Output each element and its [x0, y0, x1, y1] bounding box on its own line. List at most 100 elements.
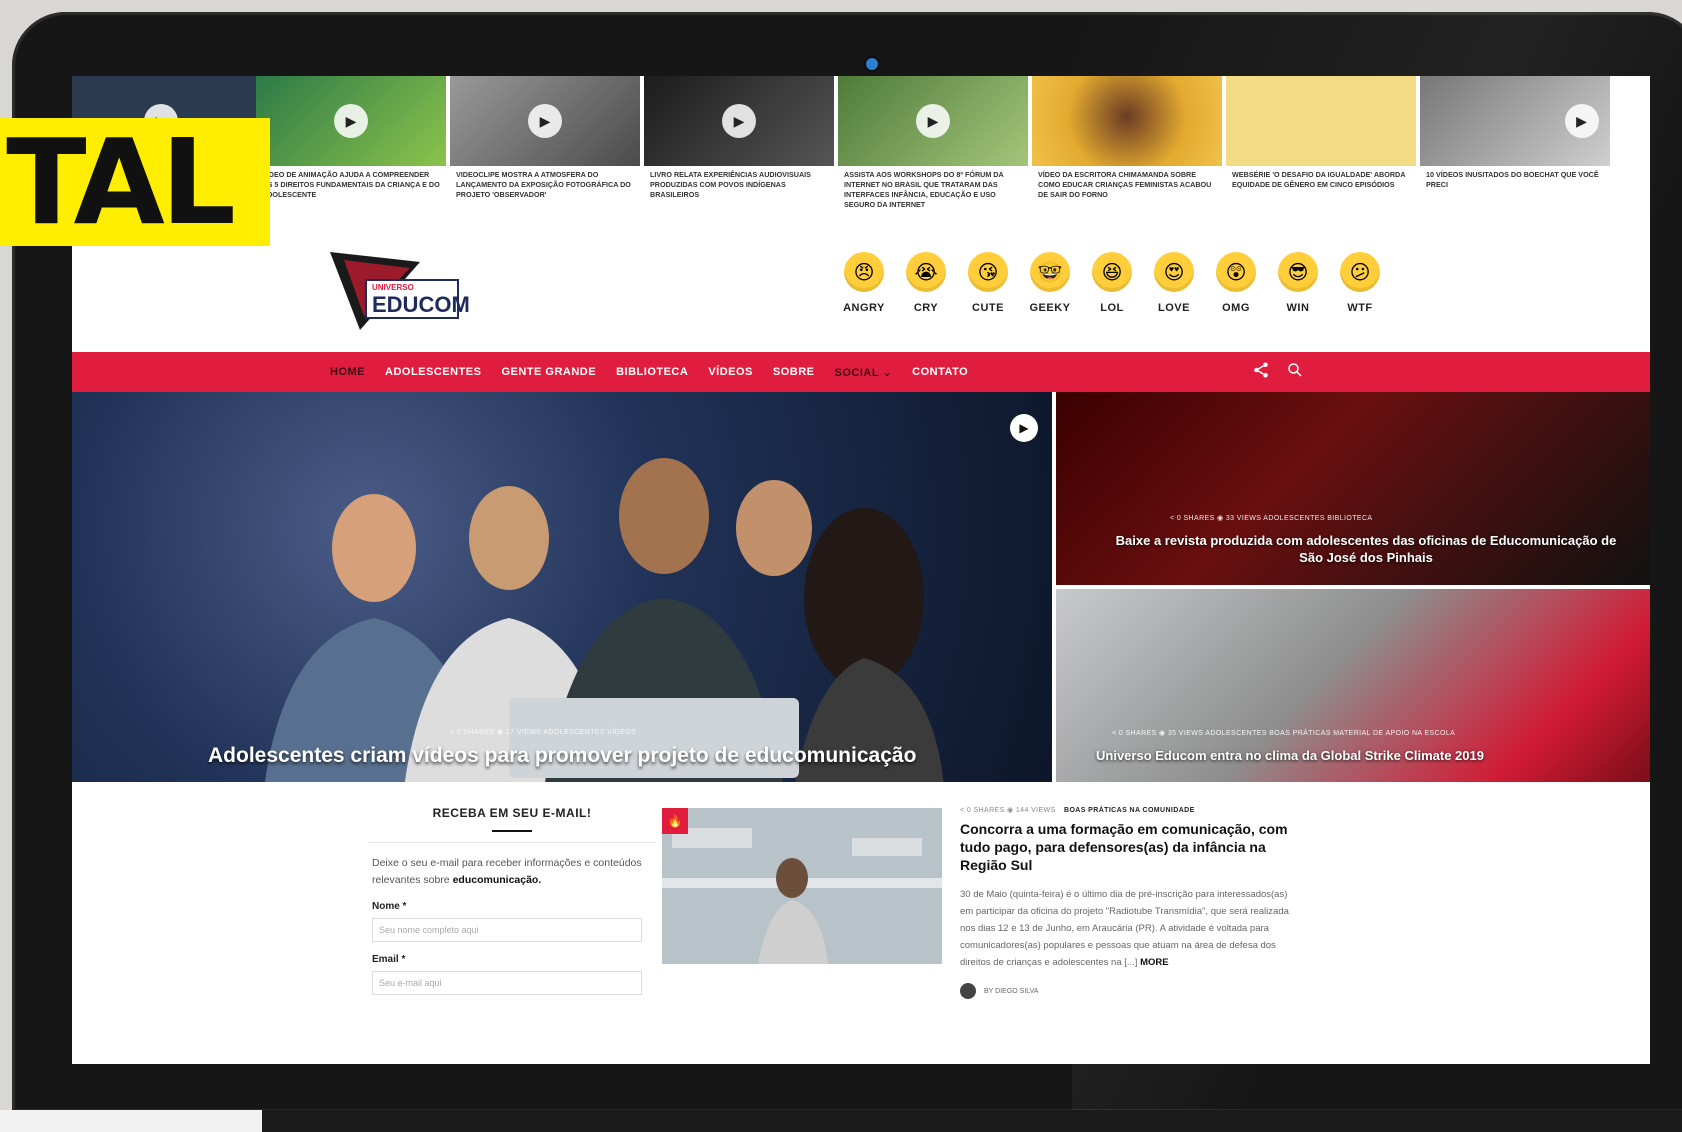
more-link[interactable]: MORE — [1140, 957, 1169, 968]
article-body: 30 de Maio (quinta-feira) é o último dia… — [960, 889, 1289, 968]
video-title[interactable]: 10 VÍDEOS INUSITADOS DO BOECHAT QUE VOCÊ… — [1420, 166, 1610, 190]
reaction-cute[interactable]: 😘 CUTE — [966, 252, 1010, 314]
reaction-win[interactable]: 😎 WIN — [1276, 252, 1320, 314]
hero-side-title[interactable]: Baixe a revista produzida com adolescent… — [1106, 532, 1626, 566]
reaction-wtf[interactable]: 😕 WTF — [1338, 252, 1382, 314]
article-title[interactable]: Concorra a uma formação em comunicação, … — [960, 820, 1290, 874]
video-title[interactable]: ASSISTA AOS WORKSHOPS DO 8º FÓRUM DA INT… — [838, 166, 1028, 210]
reaction-cry[interactable]: 😭 CRY — [904, 252, 948, 314]
article-meta: < 0 SHARES ◉ 144 VIEWS BOAS PRÁTICAS NA … — [960, 807, 1195, 814]
reaction-label: LOVE — [1158, 302, 1190, 314]
video-card[interactable]: ▶ 10 VÍDEOS INUSITADOS DO BOECHAT QUE VO… — [1420, 76, 1610, 236]
logo-small-text: UNIVERSO — [372, 283, 414, 292]
hero-section: ▶ < 0 SHARES ◉ 17 VIEWS ADOLESCENTES VÍD… — [72, 392, 1650, 782]
camera-icon — [864, 56, 880, 72]
video-thumbnail[interactable] — [1032, 76, 1222, 166]
reaction-label: GEEKY — [1029, 302, 1071, 314]
hero-main-title[interactable]: Adolescentes criam vídeos para promover … — [208, 744, 998, 768]
win-icon[interactable]: 😎 — [1278, 252, 1318, 292]
video-card[interactable]: ▶ LIVRO RELATA EXPERIÊNCIAS AUDIOVISUAIS… — [644, 76, 834, 236]
reaction-label: OMG — [1222, 302, 1250, 314]
nav-gente-grande[interactable]: GENTE GRANDE — [501, 366, 596, 378]
email-input[interactable]: Seu e-mail aqui — [372, 971, 642, 995]
author-avatar — [960, 983, 976, 999]
name-field-label: Nome * — [372, 901, 407, 912]
video-thumbnail[interactable] — [1226, 76, 1416, 166]
video-thumbnail[interactable]: ▶ — [644, 76, 834, 166]
video-strip: ▶ ▶ VÍDEO DE ANIMAÇÃO AJUDA A COMPREENDE… — [72, 76, 1650, 236]
video-card[interactable]: WEBSÉRIE 'O DESAFIO DA IGUALDADE' ABORDA… — [1226, 76, 1416, 236]
reaction-angry[interactable]: 😠 ANGRY — [842, 252, 886, 314]
geeky-icon[interactable]: 🤓 — [1030, 252, 1070, 292]
play-icon[interactable]: ▶ — [334, 104, 368, 138]
fire-icon: 🔥 — [662, 808, 688, 834]
share-icon[interactable] — [1252, 361, 1270, 384]
main-nav: HOME ADOLESCENTES GENTE GRANDE BIBLIOTEC… — [72, 352, 1650, 392]
reaction-label: WTF — [1347, 302, 1373, 314]
play-icon[interactable]: ▶ — [1010, 414, 1038, 442]
video-card[interactable]: ▶ VIDEOCLIPE MOSTRA A ATMOSFERA DO LANÇA… — [450, 76, 640, 236]
yellow-badge: TAL — [0, 118, 270, 246]
cute-icon[interactable]: 😘 — [968, 252, 1008, 292]
newsletter-title-underline — [492, 830, 532, 832]
site-logo[interactable]: UNIVERSO EDUCOM — [330, 252, 470, 334]
nav-adolescentes[interactable]: ADOLESCENTES — [385, 366, 481, 378]
screen: ▶ ▶ VÍDEO DE ANIMAÇÃO AJUDA A COMPREENDE… — [72, 76, 1650, 1064]
reaction-label: CRY — [913, 302, 939, 314]
video-title[interactable]: VÍDEO DA ESCRITORA CHIMAMANDA SOBRE COMO… — [1032, 166, 1222, 200]
video-card[interactable]: ▶ VÍDEO DE ANIMAÇÃO AJUDA A COMPREENDER … — [256, 76, 446, 236]
email-field-label: Email * — [372, 954, 406, 965]
logo-main-text: EDUCOM — [372, 292, 470, 317]
nav-items: HOME ADOLESCENTES GENTE GRANDE BIBLIOTEC… — [330, 352, 968, 392]
video-title[interactable]: VÍDEO DE ANIMAÇÃO AJUDA A COMPREENDER OS… — [256, 166, 446, 200]
badge-text: TAL — [6, 113, 236, 251]
newsletter-separator — [368, 842, 656, 843]
hero-side-card[interactable]: < 0 SHARES ◉ 33 VIEWS ADOLESCENTES BIBLI… — [1056, 392, 1650, 585]
video-card[interactable]: VÍDEO DA ESCRITORA CHIMAMANDA SOBRE COMO… — [1032, 76, 1222, 236]
nav-icons — [1252, 352, 1304, 392]
laptop-base — [262, 1110, 1682, 1132]
newsletter-title: RECEBA EM SEU E-MAIL! — [432, 806, 592, 820]
newsletter-widget: RECEBA EM SEU E-MAIL! Deixe o seu e-mail… — [368, 806, 656, 995]
video-title[interactable]: WEBSÉRIE 'O DESAFIO DA IGUALDADE' ABORDA… — [1226, 166, 1416, 190]
video-thumbnail[interactable]: ▶ — [1420, 76, 1610, 166]
nav-contato[interactable]: CONTATO — [912, 366, 968, 378]
hero-side-title[interactable]: Universo Educom entra no clima da Global… — [1096, 747, 1636, 764]
reaction-lol[interactable]: 😆 LOL — [1090, 252, 1134, 314]
nav-sobre[interactable]: SOBRE — [773, 366, 815, 378]
angry-icon[interactable]: 😠 — [844, 252, 884, 292]
reaction-geeky[interactable]: 🤓 GEEKY — [1028, 252, 1072, 314]
newsletter-description: Deixe o seu e-mail para receber informaç… — [372, 857, 642, 886]
nav-videos[interactable]: VÍDEOS — [708, 366, 753, 378]
hero-side-card[interactable]: < 0 SHARES ◉ 35 VIEWS ADOLESCENTES BOAS … — [1056, 589, 1650, 782]
lol-icon[interactable]: 😆 — [1092, 252, 1132, 292]
laptop-base-left — [0, 1110, 262, 1132]
omg-icon[interactable]: 😲 — [1216, 252, 1256, 292]
nav-biblioteca[interactable]: BIBLIOTECA — [616, 366, 688, 378]
wtf-icon[interactable]: 😕 — [1340, 252, 1380, 292]
name-input[interactable]: Seu nome completo aqui — [372, 918, 642, 942]
cry-icon[interactable]: 😭 — [906, 252, 946, 292]
play-icon[interactable]: ▶ — [528, 104, 562, 138]
video-title[interactable]: LIVRO RELATA EXPERIÊNCIAS AUDIOVISUAIS P… — [644, 166, 834, 200]
reaction-love[interactable]: 😍 LOVE — [1152, 252, 1196, 314]
video-thumbnail[interactable]: ▶ — [838, 76, 1028, 166]
play-icon[interactable]: ▶ — [1564, 104, 1599, 138]
video-title[interactable]: VIDEOCLIPE MOSTRA A ATMOSFERA DO LANÇAME… — [450, 166, 640, 200]
love-icon[interactable]: 😍 — [1154, 252, 1194, 292]
nav-social[interactable]: SOCIAL ⌄ — [835, 366, 893, 379]
reaction-label: ANGRY — [843, 302, 885, 314]
nav-home[interactable]: HOME — [330, 366, 365, 378]
search-icon[interactable] — [1286, 361, 1304, 384]
video-card[interactable]: ▶ ASSISTA AOS WORKSHOPS DO 8º FÓRUM DA I… — [838, 76, 1028, 236]
video-thumbnail[interactable]: ▶ — [450, 76, 640, 166]
article-image[interactable]: 🔥 — [662, 808, 942, 964]
article-author: BY DIEGO SILVA — [960, 983, 1290, 999]
hero-side-meta: < 0 SHARES ◉ 35 VIEWS ADOLESCENTES BOAS … — [1112, 730, 1456, 737]
lower-section: RECEBA EM SEU E-MAIL! Deixe o seu e-mail… — [72, 782, 1650, 1064]
play-icon[interactable]: ▶ — [722, 104, 756, 138]
video-thumbnail[interactable]: ▶ — [256, 76, 446, 166]
reaction-omg[interactable]: 😲 OMG — [1214, 252, 1258, 314]
play-icon[interactable]: ▶ — [916, 104, 950, 138]
hero-main-card[interactable]: ▶ < 0 SHARES ◉ 17 VIEWS ADOLESCENTES VÍD… — [72, 392, 1052, 782]
